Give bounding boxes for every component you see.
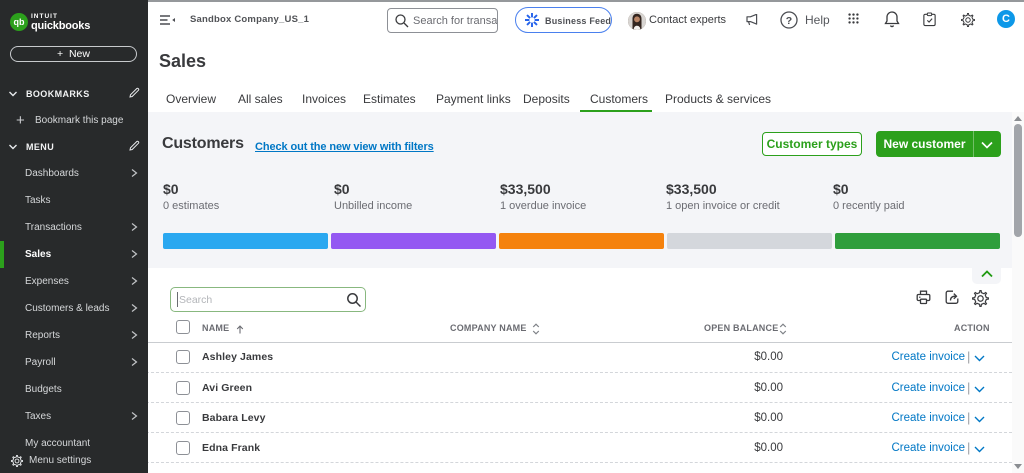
svg-text:?: ? (786, 15, 792, 27)
